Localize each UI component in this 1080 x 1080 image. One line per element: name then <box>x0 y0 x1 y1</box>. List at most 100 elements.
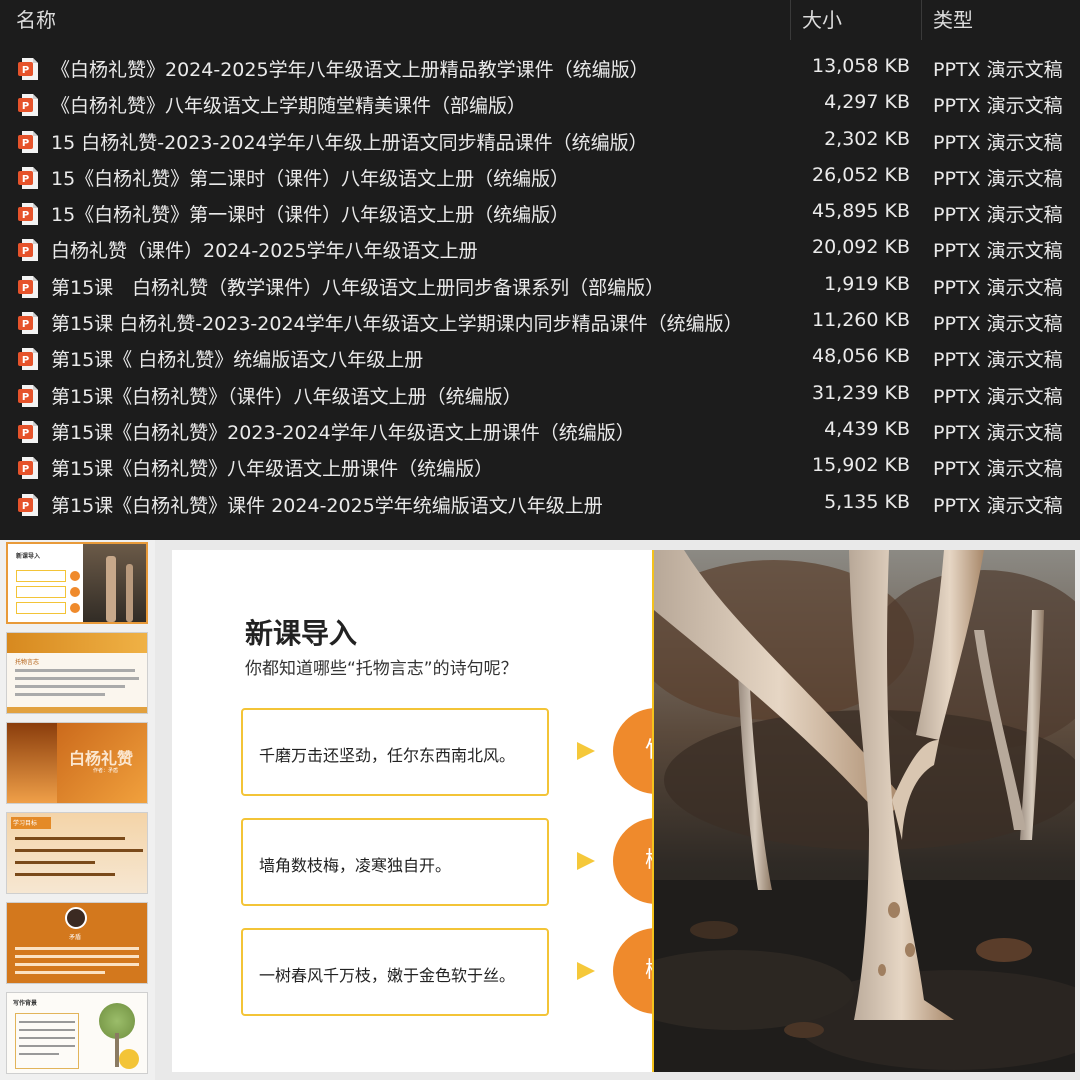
file-type: PPTX 演示文稿 <box>933 349 1063 372</box>
file-size: 31,239 KB <box>811 381 910 404</box>
powerpoint-file-icon: P <box>18 130 38 153</box>
file-type: PPTX 演示文稿 <box>933 458 1063 481</box>
svg-text:P: P <box>22 392 29 403</box>
slide-thumbnail-1[interactable]: 新课导入 <box>6 542 148 624</box>
file-row[interactable]: P 第15课 白杨礼赞（教学课件）八年级语文上册同步备课系列（部编版） 1,919 … <box>0 268 1080 304</box>
file-row[interactable]: P 《白杨礼赞》2024-2025学年八年级语文上册精品教学课件（统编版） 13,0… <box>0 50 1080 86</box>
author-avatar <box>65 907 87 929</box>
poem-text: 一树春风千万枝，嫩于金色软于丝。 <box>259 966 516 985</box>
file-row[interactable]: P 15《白杨礼赞》第二课时（课件）八年级语文上册（统编版） 26,052 KB PP… <box>0 159 1080 195</box>
svg-text:P: P <box>22 101 29 112</box>
file-name: 第15课《白杨礼赞》2023-2024学年八年级语文上册课件（统编版） <box>51 421 635 444</box>
file-type: PPTX 演示文稿 <box>933 385 1063 408</box>
svg-text:P: P <box>22 464 29 475</box>
file-row[interactable]: P 15《白杨礼赞》第一课时（课件）八年级语文上册（统编版） 45,895 KB PP… <box>0 195 1080 231</box>
slide-thumbnail-strip[interactable]: 新课导入 托物言志 白杨礼赞 作者：矛盾 学习目标 矛盾 写作背景 <box>0 540 155 1080</box>
powerpoint-file-icon: P <box>18 275 38 298</box>
slide-title: 新课导入 <box>245 617 358 650</box>
powerpoint-file-icon: P <box>18 493 38 516</box>
column-header-size[interactable]: 大小 <box>802 4 842 33</box>
triangle-arrow-icon <box>577 962 595 980</box>
file-name: 《白杨礼赞》八年级语文上学期随堂精美课件（部编版） <box>51 95 527 118</box>
file-row[interactable]: P 第15课《白杨礼赞》课件 2024-2025学年统编版语文八年级上册 5,135… <box>0 486 1080 522</box>
powerpoint-file-icon: P <box>18 384 38 407</box>
file-size: 4,439 KB <box>824 417 910 440</box>
column-header-name[interactable]: 名称 <box>16 4 56 33</box>
triangle-arrow-icon <box>577 742 595 760</box>
presentation-preview: 新课导入 托物言志 白杨礼赞 作者：矛盾 学习目标 矛盾 写作背景 新课导入 你… <box>0 540 1080 1080</box>
svg-text:P: P <box>22 210 29 221</box>
file-size: 2,302 KB <box>824 127 910 150</box>
column-separator[interactable] <box>790 0 791 40</box>
poem-text: 千磨万击还坚劲，任尔东西南北风。 <box>259 746 516 765</box>
poem-card-1: 千磨万击还坚劲，任尔东西南北风。 <box>241 708 549 796</box>
powerpoint-file-icon: P <box>18 94 38 117</box>
slide-thumbnail-4[interactable]: 学习目标 <box>6 812 148 894</box>
file-row[interactable]: P 第15课 白杨礼赞-2023-2024学年八年级语文上学期课内同步精品课件（统… <box>0 304 1080 340</box>
file-size: 20,092 KB <box>811 236 910 259</box>
file-type: PPTX 演示文稿 <box>933 276 1063 299</box>
triangle-arrow-icon <box>577 852 595 870</box>
file-size: 26,052 KB <box>811 163 910 186</box>
file-size: 11,260 KB <box>811 309 910 332</box>
file-row[interactable]: P 《白杨礼赞》八年级语文上学期随堂精美课件（部编版） 4,297 KB PPTX 演… <box>0 86 1080 122</box>
file-type: PPTX 演示文稿 <box>933 421 1063 444</box>
thumb-title: 学习目标 <box>13 820 38 827</box>
slide-thumbnail-6[interactable]: 写作背景 <box>6 992 148 1074</box>
file-name: 第15课 白杨礼赞-2023-2024学年八年级语文上学期课内同步精品课件（统编… <box>51 313 743 336</box>
file-type: PPTX 演示文稿 <box>933 95 1063 118</box>
file-type: PPTX 演示文稿 <box>933 204 1063 227</box>
file-size: 15,902 KB <box>811 454 910 477</box>
thumb-author: 作者：矛盾 <box>93 768 119 774</box>
file-row[interactable]: P 第15课《 白杨礼赞》统编版语文八年级上册 48,056 KB PPTX 演示文稿 <box>0 340 1080 376</box>
file-row[interactable]: P 15 白杨礼赞-2023-2024学年八年级上册语文同步精品课件（统编版） 2,… <box>0 123 1080 159</box>
file-row[interactable]: P 第15课《白杨礼赞》（课件）八年级语文上册（统编版） 31,239 KB PPTX… <box>0 377 1080 413</box>
file-row[interactable]: P 第15课《白杨礼赞》2023-2024学年八年级语文上册课件（统编版） 4,43… <box>0 413 1080 449</box>
slide-thumbnail-5[interactable]: 矛盾 <box>6 902 148 984</box>
powerpoint-file-icon: P <box>18 58 38 80</box>
thumb-title: 托物言志 <box>15 659 40 666</box>
powerpoint-file-icon: P <box>18 348 38 371</box>
file-type: PPTX 演示文稿 <box>933 494 1063 517</box>
column-separator[interactable] <box>921 0 922 40</box>
column-header-type[interactable]: 类型 <box>933 4 973 33</box>
file-type: PPTX 演示文稿 <box>933 313 1063 336</box>
file-type: PPTX 演示文稿 <box>933 240 1063 263</box>
svg-text:P: P <box>22 246 29 257</box>
slide-thumbnail-2[interactable]: 托物言志 <box>6 632 148 714</box>
file-row[interactable]: P 白杨礼赞（课件）2024-2025学年八年级语文上册 20,092 KB PPTX… <box>0 231 1080 267</box>
file-name: 第15课《白杨礼赞》（课件）八年级语文上册（统编版） <box>51 385 522 408</box>
file-explorer-list: 名称 ^ 大小 类型 P 《白杨礼赞》2024-2025学年八年级语文上册精品教学… <box>0 0 1080 540</box>
slide-subtitle: 你都知道哪些“托物言志”的诗句呢？ <box>245 659 518 679</box>
powerpoint-file-icon: P <box>18 166 38 189</box>
file-rows: P 《白杨礼赞》2024-2025学年八年级语文上册精品教学课件（统编版） 13,0… <box>0 50 1080 522</box>
svg-text:P: P <box>22 428 29 439</box>
svg-text:P: P <box>22 138 29 149</box>
tree-photo <box>654 550 1075 1072</box>
file-name: 15《白杨礼赞》第一课时（课件）八年级语文上册（统编版） <box>51 204 570 227</box>
file-size: 13,058 KB <box>811 55 910 77</box>
powerpoint-file-icon: P <box>18 312 38 335</box>
thumb-title: 矛盾 <box>69 934 82 941</box>
slide-thumbnail-3[interactable]: 白杨礼赞 作者：矛盾 <box>6 722 148 804</box>
thumb-title: 白杨礼赞 <box>69 749 134 768</box>
file-size: 4,297 KB <box>824 91 910 114</box>
file-size: 1,919 KB <box>824 272 910 295</box>
svg-text:P: P <box>22 283 29 294</box>
sort-caret-icon: ^ <box>394 0 405 8</box>
file-name: 《白杨礼赞》2024-2025学年八年级语文上册精品教学课件（统编版） <box>51 59 649 81</box>
thumb-title: 写作背景 <box>13 1000 38 1007</box>
slide-canvas[interactable]: 新课导入 你都知道哪些“托物言志”的诗句呢？ 千磨万击还坚劲，任尔东西南北风。 … <box>172 550 1075 1072</box>
powerpoint-file-icon: P <box>18 420 38 443</box>
svg-text:P: P <box>22 65 29 76</box>
file-row[interactable]: P 第15课《白杨礼赞》八年级语文上册课件（统编版） 15,902 KB PPTX 演… <box>0 449 1080 485</box>
file-name: 第15课《白杨礼赞》八年级语文上册课件（统编版） <box>51 458 494 481</box>
svg-text:P: P <box>22 355 29 366</box>
file-size: 5,135 KB <box>824 490 910 513</box>
poem-card-3: 一树春风千万枝，嫩于金色软于丝。 <box>241 928 549 1016</box>
file-type: PPTX 演示文稿 <box>933 167 1063 190</box>
svg-text:P: P <box>22 319 29 330</box>
file-name: 第15课《 白杨礼赞》统编版语文八年级上册 <box>51 349 424 372</box>
poem-text: 墙角数枝梅，凌寒独自开。 <box>259 856 452 875</box>
svg-text:P: P <box>22 501 29 512</box>
